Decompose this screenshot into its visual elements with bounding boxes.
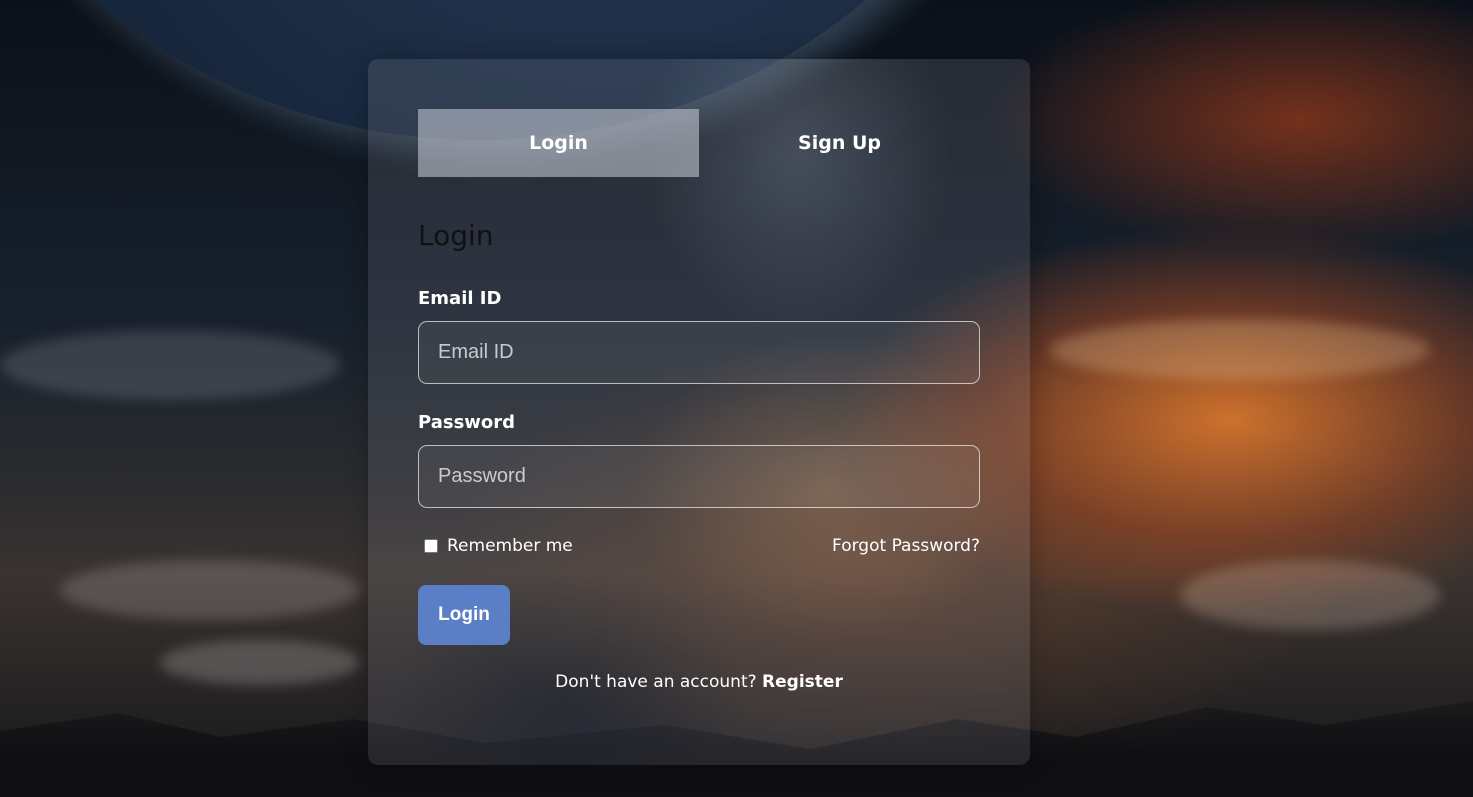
remember-checkbox[interactable] <box>424 539 438 553</box>
remember-me: Remember me <box>424 536 573 556</box>
register-link[interactable]: Register <box>762 672 843 692</box>
password-input[interactable] <box>418 445 980 508</box>
cloud <box>60 560 360 620</box>
register-prompt-text: Don't have an account? <box>555 672 757 692</box>
tab-login[interactable]: Login <box>418 109 699 177</box>
auth-tabs: Login Sign Up <box>418 109 980 177</box>
remember-label[interactable]: Remember me <box>447 536 573 556</box>
cloud <box>1180 560 1440 630</box>
email-label: Email ID <box>418 288 502 309</box>
form-title: Login <box>418 219 494 252</box>
tab-signup[interactable]: Sign Up <box>699 109 980 177</box>
cloud <box>0 330 340 400</box>
password-label: Password <box>418 412 516 433</box>
email-input[interactable] <box>418 321 980 384</box>
cloud <box>160 640 360 685</box>
login-button[interactable]: Login <box>418 585 510 645</box>
cloud <box>1050 320 1430 380</box>
forgot-password-link[interactable]: Forgot Password? <box>832 536 980 556</box>
register-prompt: Don't have an account? Register <box>368 672 1030 692</box>
login-card: Login Sign Up Login Email ID Password Re… <box>368 59 1030 765</box>
